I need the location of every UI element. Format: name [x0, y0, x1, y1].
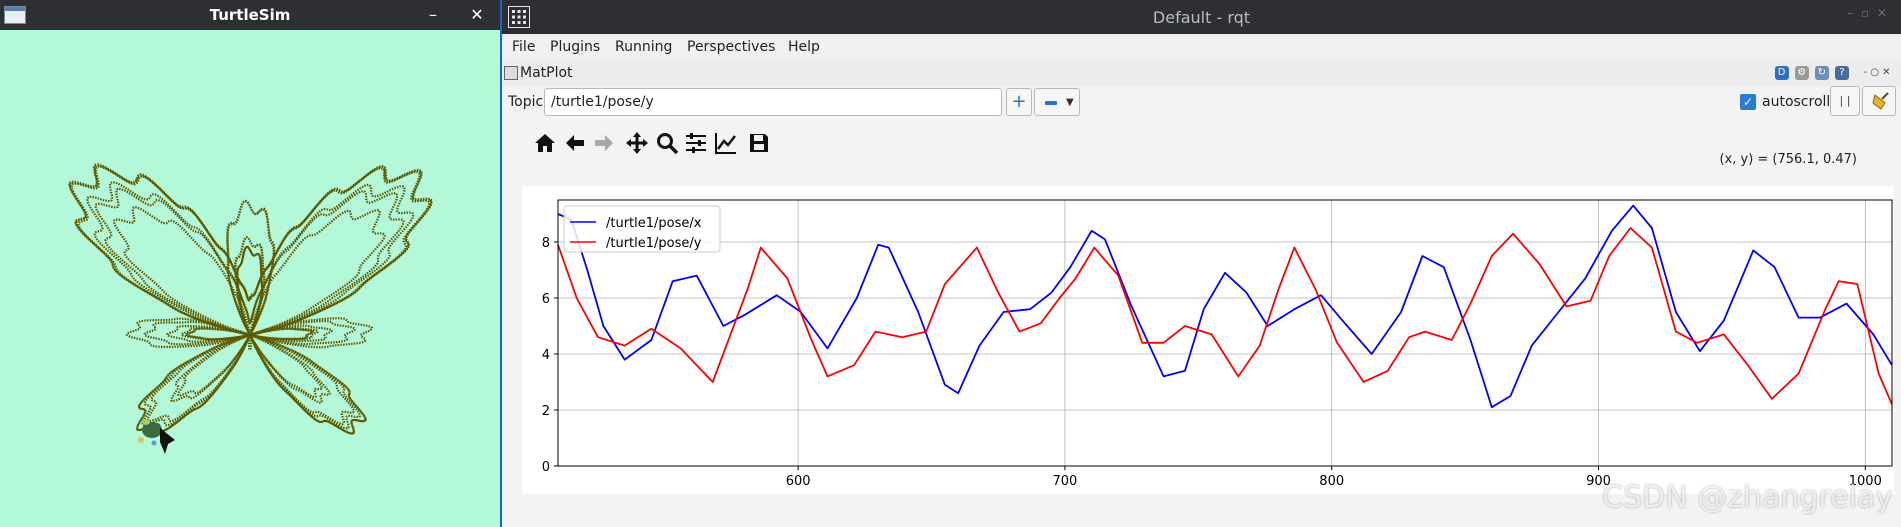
- plugin-titlebar: MatPlot D ⚙ ↻ ? - ○ ✕: [502, 62, 1901, 86]
- rqt-titlebar[interactable]: Default - rqt –▫✕: [502, 0, 1901, 34]
- y-tick-label: 2: [542, 404, 550, 419]
- minus-icon: [1045, 101, 1057, 105]
- rqt-window: Default - rqt –▫✕ File Plugins Running P…: [502, 0, 1901, 527]
- clear-button[interactable]: [1862, 86, 1896, 116]
- turtlesim-window: TurtleSim – ✕: [0, 0, 500, 527]
- turtlesim-titlebar[interactable]: TurtleSim – ✕: [0, 0, 500, 30]
- plot-series-lines: [557, 204, 1893, 409]
- matplotlib-toolbar: (x, y) = (756.1, 0.47): [502, 120, 1901, 167]
- turtle-trail: [68, 163, 433, 435]
- plugin-docs-icon[interactable]: D: [1774, 66, 1789, 80]
- subplots-config-icon[interactable]: [683, 130, 709, 156]
- edit-axis-icon[interactable]: [713, 130, 739, 156]
- plot-legend: /turtle1/pose/x/turtle1/pose/y: [563, 205, 721, 253]
- zoom-icon[interactable]: [654, 130, 680, 156]
- y-tick-label: 8: [542, 236, 550, 251]
- plugin-icon: [504, 66, 518, 80]
- home-icon[interactable]: [532, 130, 558, 156]
- autoscroll-checkbox[interactable]: ✓: [1740, 94, 1756, 110]
- plot-frame: [557, 199, 1893, 467]
- plugin-settings-icon[interactable]: ⚙: [1794, 66, 1809, 80]
- minimize-button[interactable]: –: [422, 4, 444, 26]
- y-tick-label: 4: [542, 348, 550, 363]
- pan-icon[interactable]: [624, 130, 650, 156]
- legend-label: /turtle1/pose/x: [606, 216, 702, 231]
- x-tick-label: 700: [1053, 474, 1078, 489]
- pause-button[interactable]: | |: [1830, 86, 1860, 116]
- menu-help[interactable]: Help: [788, 39, 820, 55]
- plugin-controls: D ⚙ ↻ ? - ○ ✕: [1774, 66, 1899, 82]
- x-tick-label: 800: [1319, 474, 1344, 489]
- topic-input[interactable]: [544, 88, 1002, 116]
- menu-perspectives[interactable]: Perspectives: [687, 39, 775, 55]
- y-tick-label: 0: [542, 460, 550, 475]
- turtle-canvas: [68, 163, 433, 454]
- plugin-window-controls[interactable]: - ○ ✕: [1855, 66, 1899, 80]
- plugin-help-icon[interactable]: ?: [1834, 66, 1849, 80]
- back-arrow-icon[interactable]: [562, 130, 588, 156]
- plot-area[interactable]: 600 700 800 900 1000 0 2 4 6 8 /turtle1/pose/x/tu…: [522, 186, 1894, 494]
- x-tick-label: 600: [786, 474, 811, 489]
- remove-topic-button[interactable]: ▼: [1034, 88, 1080, 116]
- forward-arrow-icon[interactable]: [591, 130, 617, 156]
- close-button[interactable]: ✕: [466, 4, 488, 26]
- turtle-icon: [138, 419, 175, 454]
- coordinate-readout: (x, y) = (756.1, 0.47): [1719, 152, 1857, 167]
- add-topic-button[interactable]: +: [1006, 88, 1032, 116]
- watermark: CSDN @zhangrelay: [1602, 480, 1893, 515]
- desktop: TurtleSim – ✕ Default - rqt –▫✕ File Plu…: [0, 0, 1901, 527]
- menubar: File Plugins Running Perspectives Help: [502, 34, 1901, 62]
- plot-gridlines: [558, 200, 1892, 467]
- save-icon[interactable]: [746, 130, 772, 156]
- menu-running[interactable]: Running: [615, 39, 672, 55]
- plot-tick-labels: 600 700 800 900 100002468: [542, 236, 1882, 489]
- menu-plugins[interactable]: Plugins: [550, 39, 600, 55]
- line-chart[interactable]: 600 700 800 900 100002468 /turtle1/pose/x/tu…: [522, 186, 1894, 494]
- menu-file[interactable]: File: [512, 39, 535, 55]
- topic-row: Topic + ▼ ✓ autoscroll | |: [502, 86, 1901, 120]
- legend-label: /turtle1/pose/y: [606, 236, 702, 251]
- turtle-trail-drawing: [68, 163, 433, 435]
- series-line-1: [557, 227, 1893, 405]
- autoscroll-label: autoscroll: [1762, 94, 1831, 110]
- series-line-0: [557, 204, 1893, 409]
- broom-icon: [1872, 92, 1889, 110]
- rqt-window-controls[interactable]: –▫✕: [1847, 6, 1895, 20]
- chevron-down-icon: ▼: [1066, 97, 1074, 108]
- plugin-reload-icon[interactable]: ↻: [1814, 66, 1829, 80]
- rqt-title: Default - rqt: [1152, 8, 1251, 27]
- y-tick-label: 6: [542, 292, 550, 307]
- plugin-title: MatPlot: [520, 65, 573, 81]
- topic-label: Topic: [508, 94, 544, 110]
